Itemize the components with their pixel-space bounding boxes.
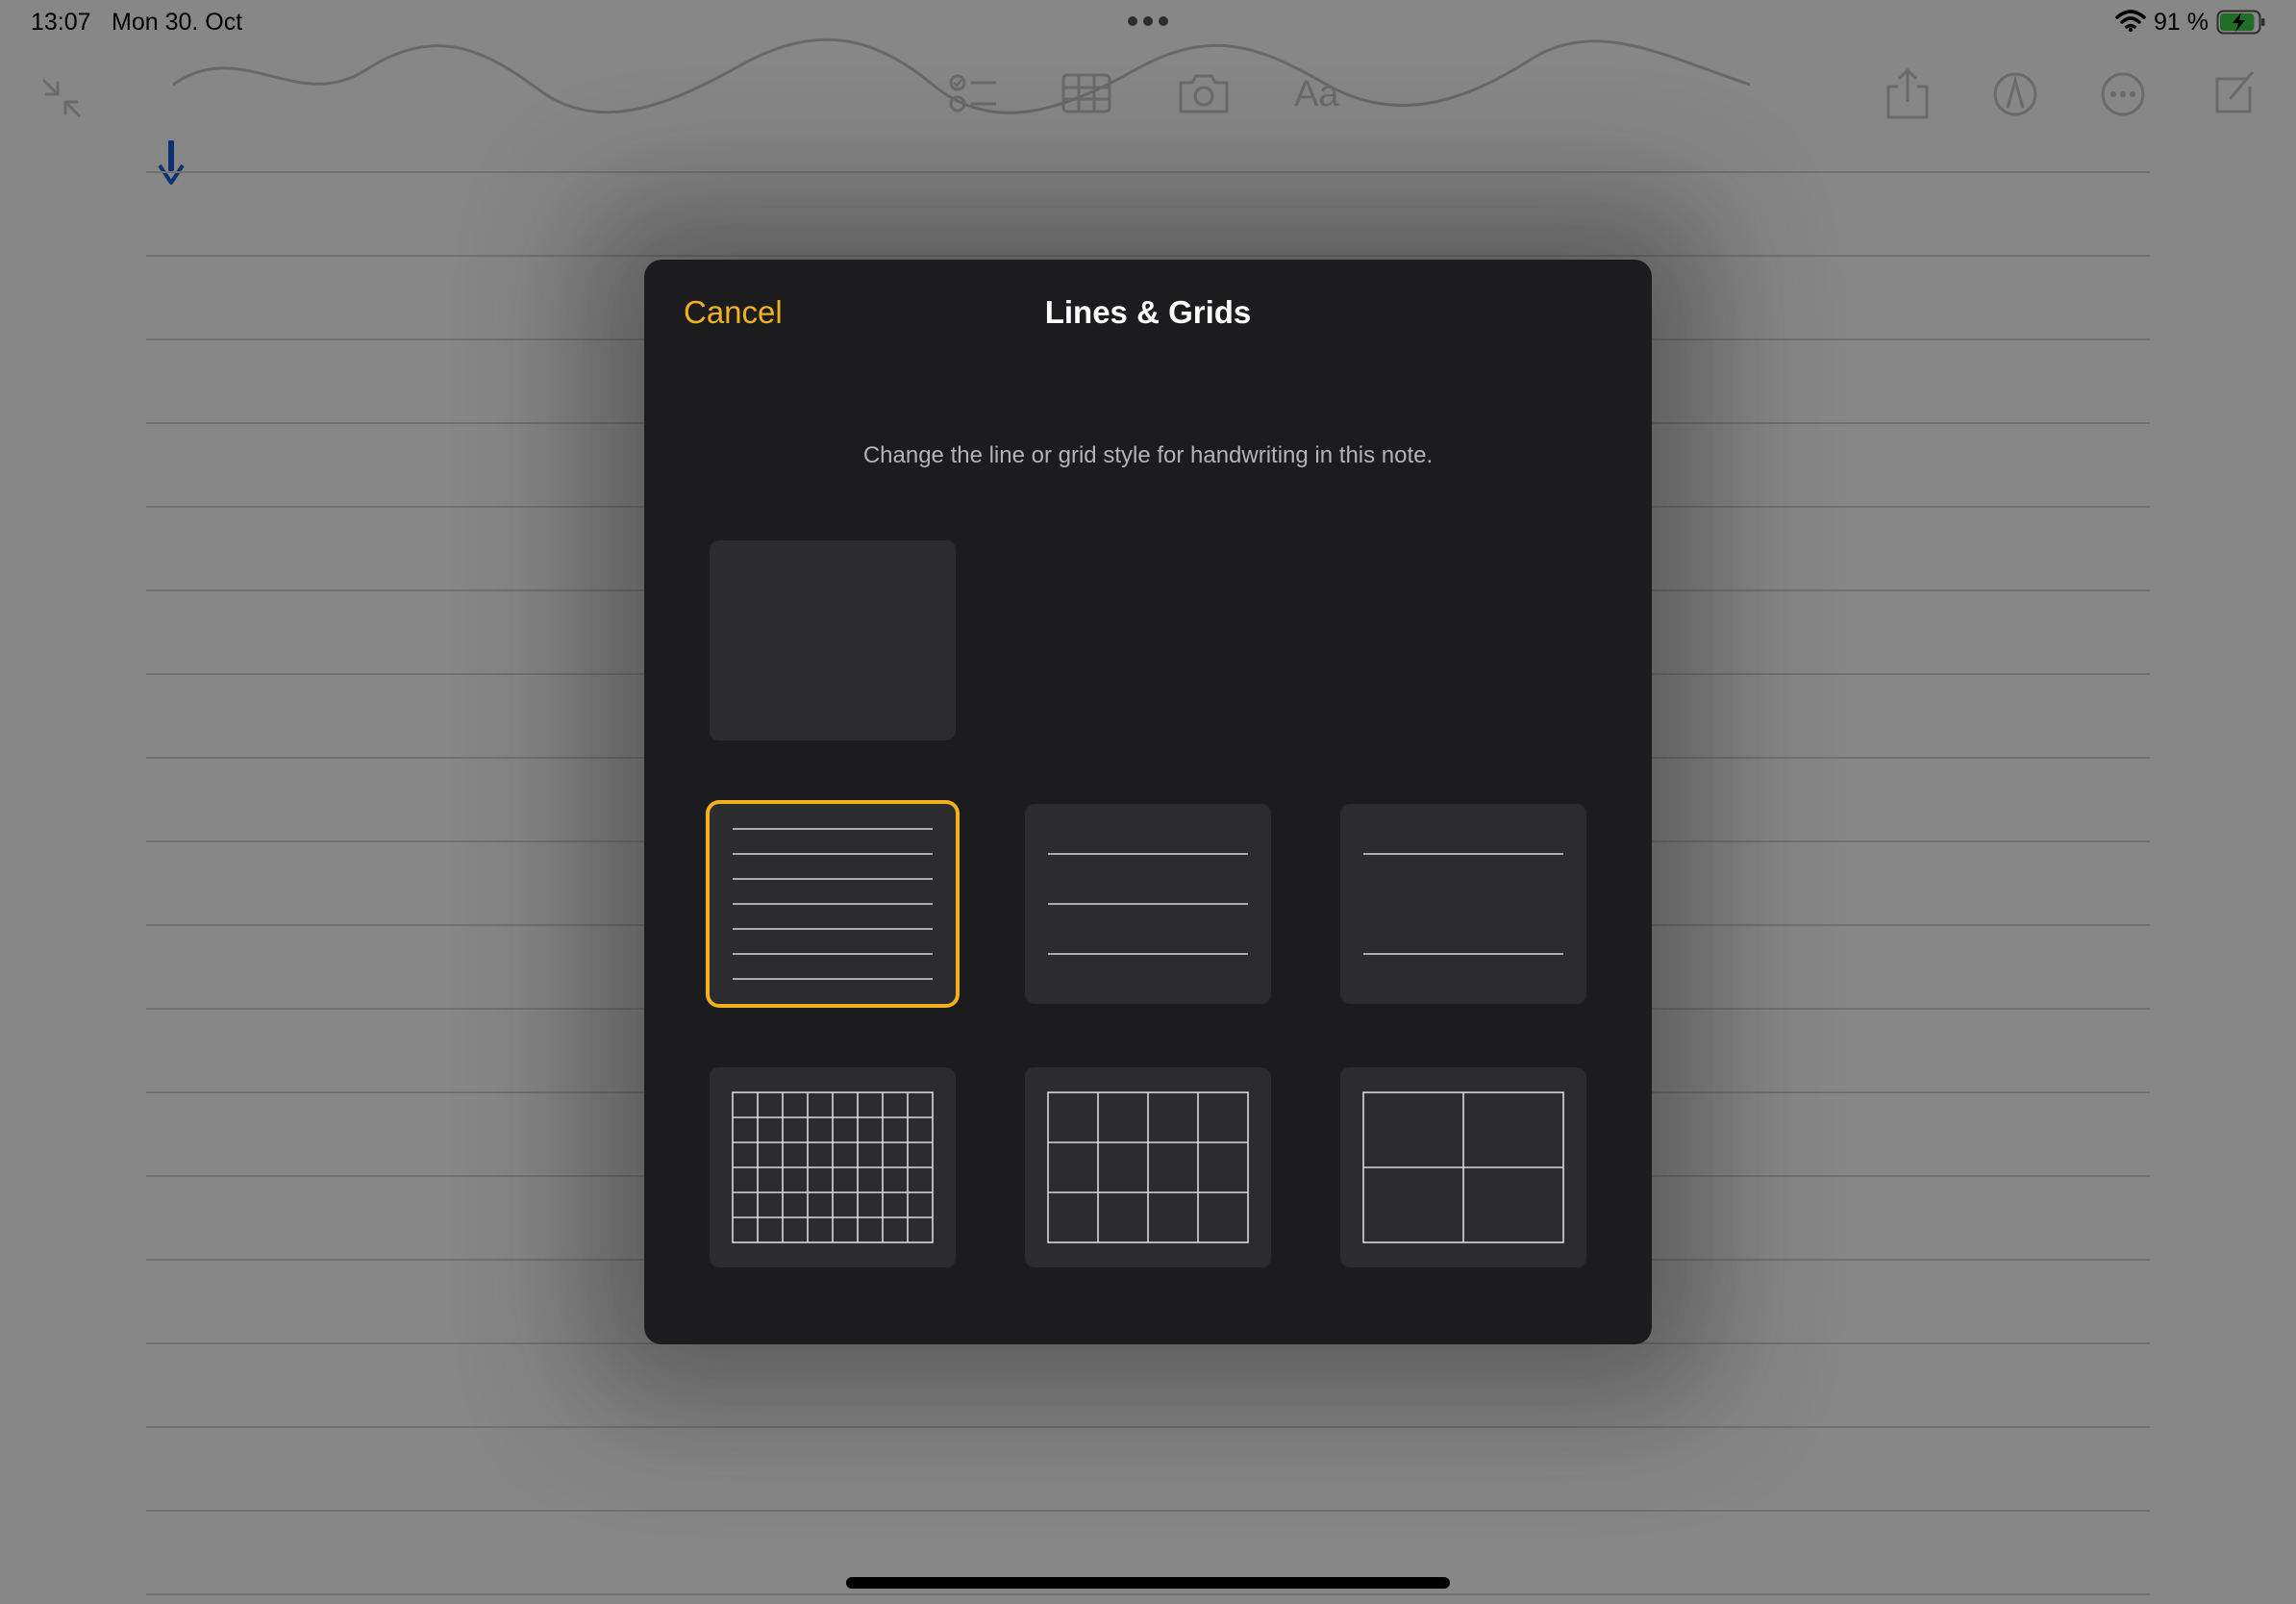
option-lines-wide[interactable] bbox=[1340, 804, 1586, 1004]
dialog-title: Lines & Grids bbox=[1044, 294, 1252, 330]
dialog-description: Change the line or grid style for handwr… bbox=[862, 442, 1434, 468]
option-lines-medium[interactable] bbox=[1025, 804, 1271, 1004]
home-indicator[interactable] bbox=[846, 1577, 1450, 1589]
lines-grids-dialog: Cancel Lines & Grids Change the line or … bbox=[644, 260, 1652, 1344]
option-grid-large[interactable] bbox=[1340, 1067, 1586, 1267]
option-no-lines[interactable] bbox=[710, 540, 956, 740]
option-grid-medium[interactable] bbox=[1025, 1067, 1271, 1267]
option-lines-narrow[interactable] bbox=[710, 804, 956, 1004]
option-grid-small[interactable] bbox=[710, 1067, 956, 1267]
